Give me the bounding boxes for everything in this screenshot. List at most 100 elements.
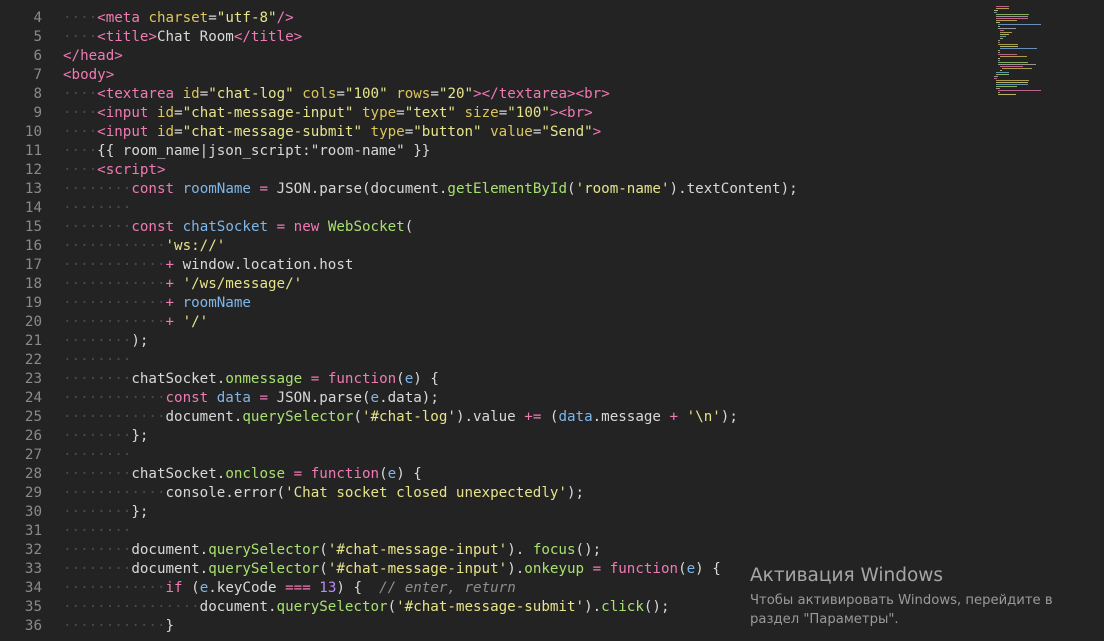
code-line[interactable]: 23 ········chatSocket.onmessage = functio… (0, 370, 990, 389)
indent-guide: ···· (63, 124, 98, 140)
code-line[interactable]: 27 ········ (0, 446, 990, 465)
code-token: document. (199, 599, 277, 615)
minimap-line (998, 26, 1000, 27)
minimap-line (998, 24, 1041, 25)
code-token: size (464, 105, 499, 121)
code-line[interactable]: 30 ········}; (0, 503, 990, 522)
code-line[interactable]: 10 ····<input id="chat-message-submit" ty… (0, 123, 990, 142)
code-line[interactable]: 28 ········chatSocket.onclose = function(… (0, 465, 990, 484)
code-token: querySelector (208, 561, 320, 577)
code-token: + (165, 314, 175, 330)
code-token: new (293, 219, 320, 235)
code-line[interactable]: 19 ············+ roomName (0, 294, 990, 313)
code-line[interactable]: 13 ········const roomName = JSON.parse(do… (0, 180, 990, 199)
code-token: </head> (63, 48, 123, 64)
code-editor[interactable]: 4 ····<meta charset="utf-8"/> 5 ····<title>… (0, 0, 1104, 641)
code-line[interactable]: 21 ········); (0, 332, 990, 351)
line-number: 24 (24, 390, 42, 406)
code-token: e (199, 580, 209, 596)
code-line[interactable]: 12 ····<script> (0, 161, 990, 180)
code-token: <meta (97, 10, 140, 26)
code-line[interactable]: 16 ············'ws://' (0, 237, 990, 256)
code-token: roomName (182, 181, 251, 197)
code-token: function (310, 466, 380, 482)
code-token: charset (148, 10, 209, 26)
code-line[interactable]: 7 <body> (0, 66, 990, 85)
line-number: 6 (33, 48, 42, 64)
line-number: 9 (33, 105, 42, 121)
line-number: 17 (24, 257, 42, 273)
code-line[interactable]: 9 ····<input id="chat-message-input" type… (0, 104, 990, 123)
code-line[interactable]: 31 ········ (0, 522, 990, 541)
code-line[interactable]: 26 ········}; (0, 427, 990, 446)
line-text: ············if (e.keyCode === 13) { // e… (63, 579, 516, 598)
line-text: ················document.querySelector('… (63, 598, 670, 617)
code-token: <body> (63, 67, 115, 83)
code-token: '#chat-log' (361, 409, 456, 425)
indent-guide: ············ (63, 485, 166, 501)
code-line[interactable]: 15 ········const chatSocket = new WebSock… (0, 218, 990, 237)
minimap[interactable] (990, 6, 1100, 116)
code-token: + (165, 257, 175, 273)
code-token: = (293, 466, 303, 482)
code-token: focus (532, 542, 576, 558)
code-line[interactable]: 5 ····<title>Chat Room</title> (0, 28, 990, 47)
line-number: 15 (24, 219, 42, 235)
code-token: e (387, 466, 397, 482)
code-area[interactable]: 4 ····<meta charset="utf-8"/> 5 ····<title>… (0, 0, 1104, 641)
indent-guide: ···· (63, 86, 98, 102)
code-token: ( (182, 580, 200, 596)
line-text: ············const data = JSON.parse(e.da… (63, 389, 439, 408)
line-text: ············+ window.location.host (63, 256, 353, 275)
minimap-line (996, 88, 1001, 89)
minimap-line (994, 10, 998, 11)
code-token: ( (396, 371, 405, 387)
minimap-line (1002, 68, 1033, 69)
line-text: ····<textarea id="chat-log" cols="100" r… (63, 85, 610, 104)
code-line[interactable]: 32 ········document.querySelector('#chat-… (0, 541, 990, 560)
code-token: window.location.host (174, 257, 354, 273)
line-number: 7 (33, 67, 42, 83)
code-line[interactable]: 8 ····<textarea id="chat-log" cols="100" … (0, 85, 990, 104)
code-token: ). (507, 542, 533, 558)
code-token: = (276, 219, 286, 235)
code-line[interactable]: 29 ············console.error('Chat socket… (0, 484, 990, 503)
code-token: ); (720, 409, 738, 425)
line-text: ········ (63, 199, 131, 218)
minimap-line (1000, 34, 1009, 35)
code-token: "chat-log" (208, 86, 294, 102)
code-line[interactable]: 14 ········ (0, 199, 990, 218)
code-line[interactable]: 20 ············+ '/' (0, 313, 990, 332)
code-line[interactable]: 24 ············const data = JSON.parse(e.… (0, 389, 990, 408)
minimap-line (996, 16, 1028, 17)
code-line[interactable]: 6 </head> (0, 47, 990, 66)
code-line[interactable]: 25 ············document.querySelector('#c… (0, 408, 990, 427)
line-text: ············console.error('Chat socket c… (63, 484, 584, 503)
line-text: ········ (63, 522, 131, 541)
indent-guide: ················ (63, 599, 200, 615)
code-token: }; (131, 428, 149, 444)
code-token: id (156, 124, 175, 140)
code-token: = (498, 105, 508, 121)
code-line[interactable]: 4 ····<meta charset="utf-8"/> (0, 9, 990, 28)
code-token: chatSocket (182, 219, 269, 235)
code-token: = (259, 181, 269, 197)
code-line[interactable]: 18 ············+ '/ws/message/' (0, 275, 990, 294)
code-line[interactable]: 22 ········ (0, 351, 990, 370)
code-token: + (669, 409, 679, 425)
indent-guide: ········ (63, 504, 132, 520)
code-token: "100" (344, 86, 388, 102)
minimap-line (1000, 30, 1004, 31)
minimap-line (996, 18, 1029, 19)
code-line[interactable]: 11 ····{{ room_name|json_script:"room-nam… (0, 142, 990, 161)
line-number: 5 (33, 29, 42, 45)
code-line[interactable]: 17 ············+ window.location.host (0, 256, 990, 275)
